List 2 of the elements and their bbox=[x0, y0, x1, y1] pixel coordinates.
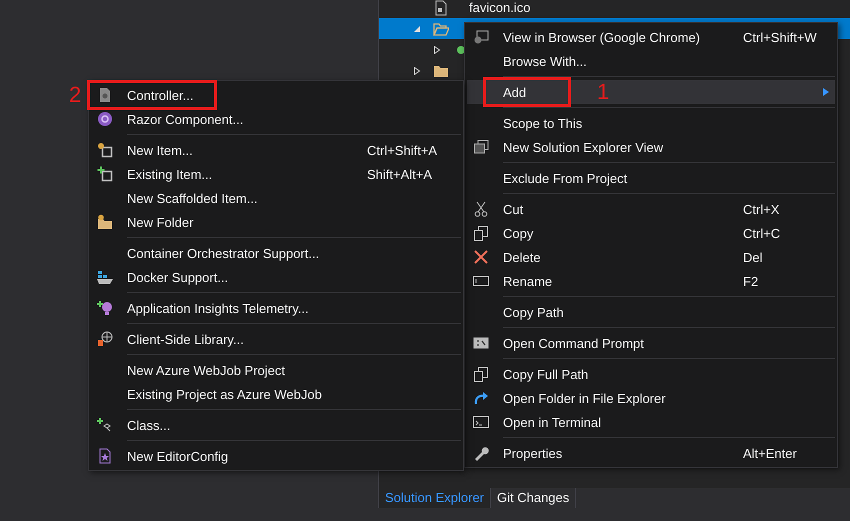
callout-number: 2 bbox=[69, 83, 82, 107]
callout-number: 1 bbox=[597, 80, 610, 104]
